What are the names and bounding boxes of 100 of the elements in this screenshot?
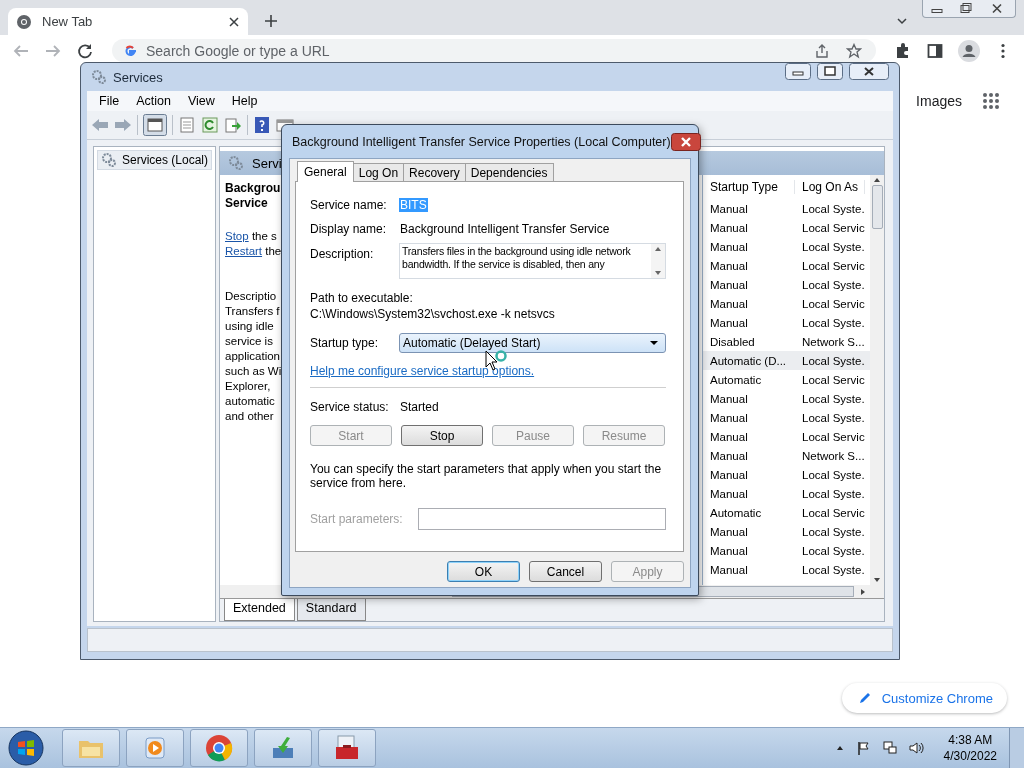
table-cell-text: Manual	[709, 468, 749, 481]
speaker-icon[interactable]	[907, 740, 924, 756]
table-cell-text: Automatic	[709, 373, 763, 386]
table-cell-text: Manual	[709, 392, 749, 405]
start-orb-icon[interactable]	[8, 730, 44, 766]
action-link[interactable]: Restart	[225, 245, 263, 257]
table-row[interactable]: Manual Network S...	[703, 446, 870, 465]
clock-date[interactable]: 4/30/2022	[943, 748, 997, 764]
table-row[interactable]: Manual Local Servic	[703, 218, 870, 237]
dialog-tab[interactable]: Recovery	[403, 163, 466, 181]
tree-item[interactable]: Services (Local)	[97, 150, 212, 170]
chevron-down-icon[interactable]	[896, 15, 908, 27]
menu-item[interactable]: View	[179, 94, 223, 108]
scroll-thumb[interactable]	[871, 185, 883, 229]
path-value: C:\Windows\System32\svchost.exe -k netsvcs	[310, 307, 556, 321]
table-row[interactable]: Automatic Local Servic	[703, 370, 870, 389]
customize-chrome-button[interactable]: Customize Chrome	[841, 683, 1007, 713]
chrome-icon	[16, 13, 32, 30]
export-icon[interactable]	[224, 116, 242, 134]
field-label: Start parameters:	[310, 512, 404, 526]
vertical-scrollbar[interactable]	[870, 175, 884, 585]
table-row[interactable]: Manual Local Syste.	[703, 275, 870, 294]
dialog-title: Background Intelligent Transfer Service Properties (Local Computer)	[292, 134, 671, 149]
table-row[interactable]: Manual Local Syste.	[703, 541, 870, 560]
side-panel-icon[interactable]	[926, 42, 944, 60]
table-cell-text: Disabled	[709, 335, 756, 348]
table-row[interactable]: Manual Local Syste.	[703, 313, 870, 332]
service-title: Backgrou Service	[225, 181, 281, 211]
menu-item[interactable]: Action	[128, 94, 179, 108]
close-icon[interactable]	[228, 15, 240, 28]
table-row[interactable]: Manual Local Syste.	[703, 199, 870, 218]
clock-time[interactable]: 4:38 AM	[948, 732, 993, 748]
toolbox-icon	[333, 734, 361, 762]
table-row[interactable]: Disabled Network S...	[703, 332, 870, 351]
reload-icon[interactable]	[76, 42, 94, 60]
table-cell-text: Network S...	[801, 449, 865, 462]
help-link[interactable]: Help me configure service startup options.	[310, 364, 666, 378]
address-field[interactable]: Search Google or type a URL	[112, 39, 876, 62]
column-header[interactable]: Log On As	[795, 180, 865, 194]
table-cell-text: Manual	[709, 563, 749, 576]
startup-type-dropdown[interactable]: Automatic (Delayed Start)	[399, 333, 666, 353]
view-tab[interactable]: Standard	[296, 599, 366, 621]
close-icon[interactable]	[849, 63, 889, 80]
description-field[interactable]: Transfers files in the background using idle network bandwidth. If the service is disabled, then any	[399, 243, 666, 279]
table-cell-text: Local Syste.	[801, 316, 865, 329]
taskbar-button[interactable]	[190, 729, 248, 767]
close-icon[interactable]	[670, 132, 701, 151]
flag-icon[interactable]	[855, 740, 872, 756]
table-cell-text: Local Syste.	[801, 202, 865, 215]
apps-grid-icon[interactable]	[982, 92, 1000, 110]
dialog-button[interactable]: Cancel	[529, 561, 602, 582]
dialog-tab[interactable]: Dependencies	[464, 163, 554, 181]
table-row[interactable]: Manual Local Servic	[703, 294, 870, 313]
menu-item[interactable]: File	[91, 94, 128, 108]
dialog-button[interactable]: OK	[447, 561, 520, 582]
table-cell-text: Manual	[709, 544, 749, 557]
table-row[interactable]: Automatic (D... Local Syste.	[703, 351, 870, 370]
table-row[interactable]: Manual Local Syste.	[703, 389, 870, 408]
help-icon[interactable]	[253, 116, 271, 134]
table-row[interactable]: Manual Local Servic	[703, 427, 870, 446]
dialog-tab[interactable]: General	[297, 161, 354, 182]
table-row[interactable]: Manual Local Syste.	[703, 237, 870, 256]
star-icon[interactable]	[846, 43, 862, 59]
display-name-value: Background Intelligent Transfer Service	[399, 222, 611, 236]
table-cell-text: Local Servic	[801, 430, 865, 443]
view-tab[interactable]: Extended	[224, 599, 295, 621]
table-cell-text: Local Servic	[801, 373, 865, 386]
table-row[interactable]: Manual Local Syste.	[703, 560, 870, 579]
table-row[interactable]: Manual Local Syste.	[703, 522, 870, 541]
images-link[interactable]: Images	[916, 93, 962, 109]
profile-icon[interactable]	[958, 40, 980, 62]
table-cell-text: Local Syste.	[801, 354, 865, 367]
table-row[interactable]: Manual Local Syste.	[703, 408, 870, 427]
new-tab-icon[interactable]	[264, 14, 278, 28]
taskbar-button[interactable]	[318, 729, 376, 767]
action-text: the s	[251, 230, 277, 242]
share-icon[interactable]	[814, 43, 830, 59]
console-tree-icon[interactable]	[143, 114, 167, 136]
table-row[interactable]: Manual Local Syste.	[703, 465, 870, 484]
table-row[interactable]: Automatic Local Servic	[703, 503, 870, 522]
column-header[interactable]: Startup Type	[703, 180, 795, 194]
maximize-icon[interactable]	[817, 63, 843, 80]
table-cell-text: Local Servic	[801, 221, 865, 234]
refresh-icon[interactable]	[201, 116, 219, 134]
dropdown-arrow-icon	[649, 338, 659, 348]
menu-item[interactable]: Help	[223, 94, 266, 108]
table-cell-text: Local Syste.	[801, 411, 865, 424]
service-control-button[interactable]: Stop	[401, 425, 483, 446]
action-link[interactable]: Stop	[225, 230, 249, 242]
field-label: Service status:	[310, 400, 390, 414]
network-icon[interactable]	[881, 740, 898, 756]
table-row[interactable]: Manual Local Servic	[703, 256, 870, 275]
table-cell-text: Manual	[709, 240, 749, 253]
table-row[interactable]: Manual Local Syste.	[703, 484, 870, 503]
taskbar-button[interactable]	[254, 729, 312, 767]
dialog-tab[interactable]: Log On	[352, 163, 405, 181]
minimize-icon[interactable]	[785, 63, 811, 80]
table-cell-text: Manual	[709, 221, 749, 234]
field-label: Service name:	[310, 198, 388, 212]
browser-tab[interactable]: New Tab	[8, 8, 248, 35]
